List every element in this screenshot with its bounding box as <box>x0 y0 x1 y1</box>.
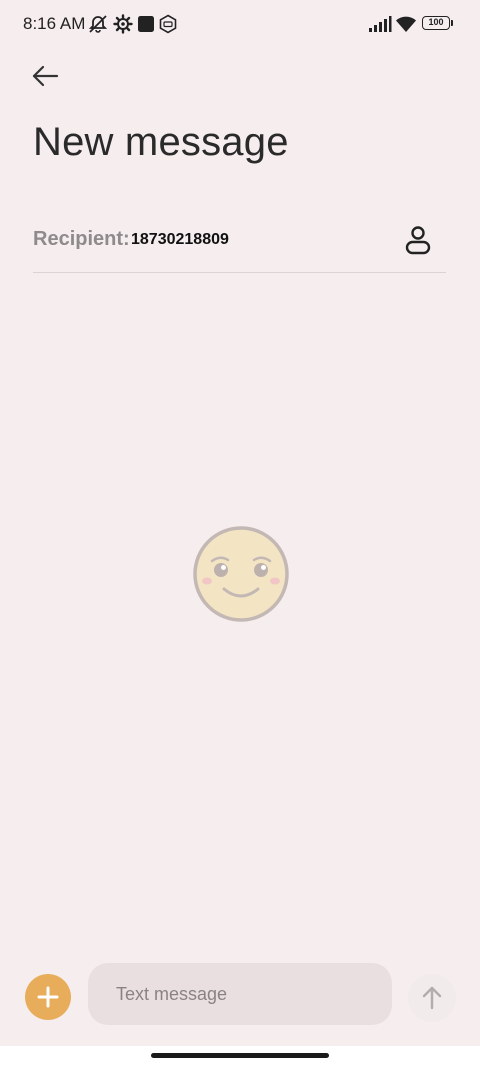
signal-icon <box>369 16 392 32</box>
recipient-row[interactable]: Recipient: 18730218809 <box>33 218 446 273</box>
plus-icon <box>37 986 59 1008</box>
status-time: 8:16 AM <box>23 14 86 33</box>
settings-gear-icon <box>113 14 133 34</box>
person-icon <box>405 226 431 255</box>
smiley-face-icon <box>193 526 289 622</box>
battery-tip <box>451 20 453 26</box>
send-button[interactable] <box>408 974 456 1022</box>
add-attachment-button[interactable] <box>25 974 71 1020</box>
recipient-value[interactable]: 18730218809 <box>131 231 229 249</box>
battery-icon: 100 <box>422 16 450 30</box>
recipient-label: Recipient: <box>33 228 130 250</box>
shield-hex-icon <box>159 14 177 34</box>
contact-picker-button[interactable] <box>403 223 433 257</box>
arrow-left-icon <box>32 65 59 87</box>
page-title: New message <box>33 120 289 164</box>
home-indicator[interactable] <box>151 1053 329 1058</box>
square-icon <box>138 16 154 32</box>
alarm-off-icon <box>88 15 108 33</box>
wifi-icon <box>396 16 416 32</box>
back-button[interactable] <box>26 58 66 94</box>
arrow-up-icon <box>422 986 442 1010</box>
message-input[interactable] <box>88 963 392 1025</box>
status-bar: 8:16 AM 100 <box>0 0 480 48</box>
